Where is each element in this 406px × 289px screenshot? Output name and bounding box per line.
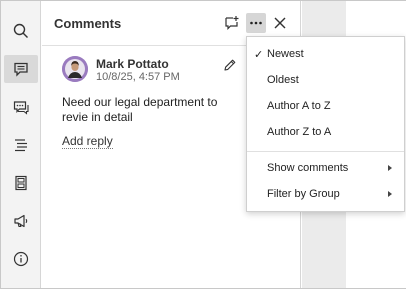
search-icon bbox=[13, 23, 28, 38]
headings-icon bbox=[15, 139, 27, 152]
panel-title: Comments bbox=[54, 16, 122, 31]
menu-item-filter-by-group[interactable]: Filter by Group bbox=[247, 181, 404, 207]
submenu-arrow-icon bbox=[388, 165, 392, 171]
chat-button[interactable] bbox=[4, 93, 38, 121]
page-thumbnails-icon bbox=[15, 175, 27, 191]
more-horizontal-icon bbox=[250, 21, 262, 25]
page-thumbnails-button[interactable] bbox=[4, 169, 38, 197]
headings-button[interactable] bbox=[4, 131, 38, 159]
user-avatar-icon bbox=[62, 56, 88, 82]
menu-item-label: Oldest bbox=[267, 74, 299, 86]
new-comment-button[interactable] bbox=[222, 13, 242, 33]
more-options-button[interactable] bbox=[246, 13, 266, 33]
menu-item-author-z-a[interactable]: Author Z to A bbox=[247, 119, 404, 145]
info-button[interactable] bbox=[4, 245, 38, 273]
menu-divider bbox=[247, 151, 404, 152]
menu-item-oldest[interactable]: Oldest bbox=[247, 67, 404, 93]
close-icon bbox=[274, 17, 286, 29]
checkmark-icon: ✓ bbox=[254, 48, 264, 61]
menu-item-label: Show comments bbox=[267, 162, 349, 174]
search-button[interactable] bbox=[4, 17, 38, 45]
menu-item-author-a-z[interactable]: Author A to Z bbox=[247, 93, 404, 119]
menu-item-label: Newest bbox=[267, 48, 304, 60]
pencil-icon bbox=[224, 59, 236, 71]
add-reply-link[interactable]: Add reply bbox=[62, 134, 113, 149]
avatar bbox=[62, 56, 88, 82]
comment-author: Mark Pottato bbox=[96, 57, 169, 71]
submenu-arrow-icon bbox=[388, 191, 392, 197]
menu-item-show-comments[interactable]: Show comments bbox=[247, 155, 404, 181]
app-frame: Comments Mark Pottato 10/8/25, 4:57 PM N… bbox=[0, 0, 406, 289]
sort-filter-menu: ✓ Newest Oldest Author A to Z Author Z t… bbox=[246, 36, 405, 212]
comment-icon bbox=[14, 62, 28, 77]
comment-timestamp: 10/8/25, 4:57 PM bbox=[96, 71, 180, 83]
announcements-button[interactable] bbox=[4, 207, 38, 235]
add-comment-icon bbox=[225, 16, 239, 30]
menu-item-label: Filter by Group bbox=[267, 188, 340, 200]
left-toolbar bbox=[1, 1, 41, 288]
chat-icon bbox=[13, 101, 29, 115]
info-icon bbox=[13, 251, 29, 267]
megaphone-icon bbox=[14, 214, 28, 228]
menu-item-label: Author A to Z bbox=[267, 100, 331, 112]
comment-body: Need our legal department to revie in de… bbox=[62, 95, 218, 124]
edit-comment-button[interactable] bbox=[221, 56, 239, 74]
menu-item-newest[interactable]: ✓ Newest bbox=[247, 41, 404, 67]
comments-panel-button[interactable] bbox=[4, 55, 38, 83]
close-panel-button[interactable] bbox=[270, 13, 290, 33]
menu-item-label: Author Z to A bbox=[267, 126, 332, 138]
